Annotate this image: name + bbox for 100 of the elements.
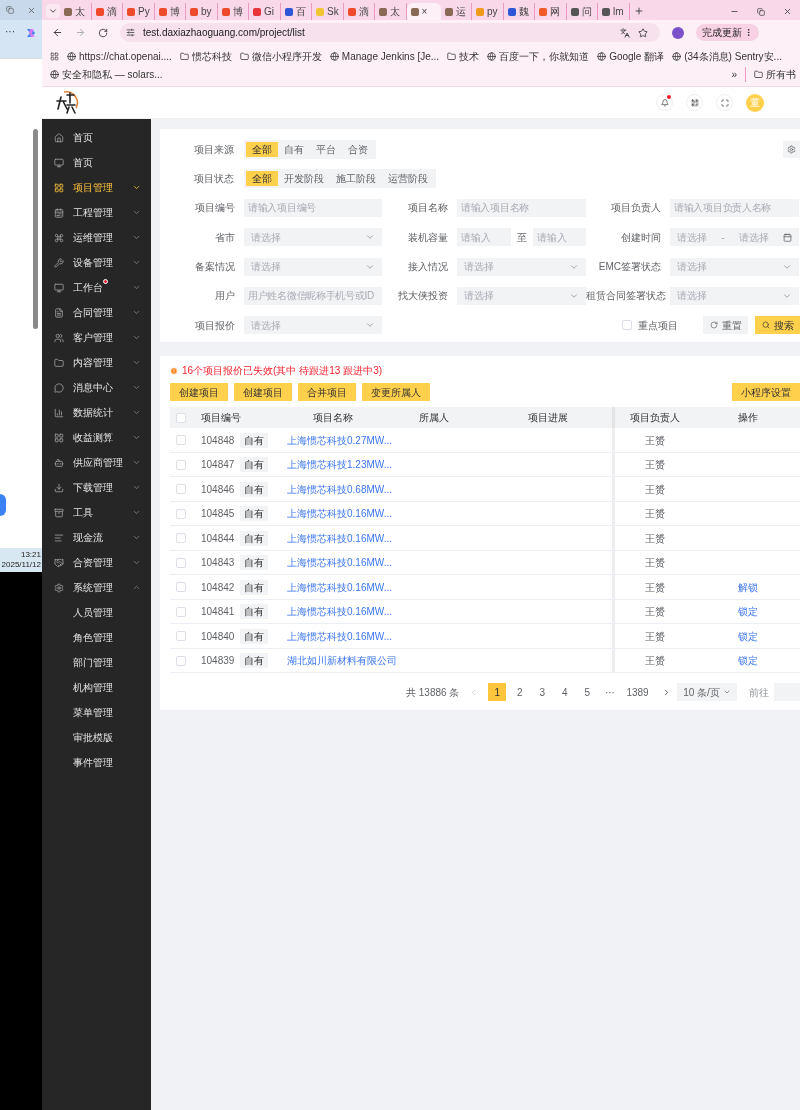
project-link[interactable]: 上海惯芯科技0.16MW... (287, 581, 392, 593)
search-button[interactable]: 搜索 (755, 316, 800, 335)
bookmark[interactable]: https://chat.openai.... (67, 49, 172, 64)
page-button[interactable]: 3 (533, 683, 552, 702)
project-link[interactable]: 上海惯芯科技0.16MW... (287, 557, 392, 569)
bookmark[interactable]: 百度一下，你就知道 (487, 49, 590, 64)
sidebar-item[interactable]: 消息中心 (42, 375, 151, 400)
sidebar-item[interactable]: 系统管理 (42, 575, 151, 600)
segment-option[interactable]: 平台 (310, 141, 342, 157)
bookmark[interactable]: 所有书 (745, 67, 796, 82)
project-link[interactable]: 上海惯芯科技0.27MW... (287, 434, 392, 446)
action-button[interactable]: 创建项目 (170, 383, 228, 402)
column-header: 项目进展 (526, 411, 569, 426)
lock-link[interactable]: 锁定 (737, 604, 758, 620)
sidebar-subitem[interactable]: 角色管理 (42, 625, 151, 650)
table-cell-text: 王赟 (645, 629, 665, 644)
project-link[interactable]: 上海惯芯科技0.68MW... (287, 483, 392, 495)
bookmark[interactable]: 惯芯科技 (179, 49, 232, 64)
segment-option[interactable]: 施工阶段 (330, 170, 382, 186)
sidebar-item[interactable]: 下载管理 (42, 475, 151, 500)
sidebar-item[interactable]: 运维管理 (42, 225, 151, 250)
page-size-select[interactable]: 10 条/页 (677, 683, 738, 702)
more-button[interactable]: ··· (5, 27, 15, 37)
sidebar-item[interactable]: 设备管理 (42, 250, 151, 275)
sidebar-subitem[interactable]: 人员管理 (42, 600, 151, 625)
reset-button[interactable]: 重置 (703, 316, 748, 335)
more-bookmarks-button[interactable]: » (731, 67, 737, 82)
sidebar-item[interactable]: 收益测算 (42, 425, 151, 450)
project-link[interactable]: 上海惯芯科技0.16MW... (287, 532, 392, 544)
source-tag: 自有 (240, 530, 269, 546)
sidebar-item[interactable]: 工程管理 (42, 200, 151, 225)
page-button[interactable]: 5 (578, 683, 597, 702)
project-link[interactable]: 上海惯芯科技0.16MW... (287, 508, 392, 520)
table-cell-text: 104842 (201, 580, 235, 595)
lock-link[interactable]: 解锁 (737, 579, 758, 595)
range-separator: 至 (516, 230, 527, 245)
bookmark[interactable]: 安全和隐私 — solars... (50, 67, 163, 82)
mini-program-settings-button[interactable]: 小程序设置 (732, 383, 800, 402)
page-button[interactable]: ··· (600, 683, 619, 702)
segment-option[interactable]: 全部 (246, 170, 278, 186)
segment-option[interactable]: 开发阶段 (278, 170, 330, 186)
sidebar-item[interactable]: 项目管理 (42, 175, 151, 200)
sidebar-item[interactable]: 数据统计 (42, 400, 151, 425)
project-link[interactable]: 上海惯芯科技0.16MW... (287, 606, 392, 618)
field-label: 创建时间 (620, 230, 662, 245)
sidebar-item[interactable]: 现金流 (42, 525, 151, 550)
column-header: 所属人 (418, 411, 450, 426)
browser-tab[interactable]: × (406, 3, 441, 20)
segment-option[interactable]: 合资 (342, 141, 374, 157)
sidebar-item[interactable]: 合资管理 (42, 550, 151, 575)
action-button[interactable]: 创建项目 (234, 383, 292, 402)
table-cell-text: 104847 (201, 458, 235, 473)
sidebar-subitem[interactable]: 审批模版 (42, 725, 151, 750)
field-label: 项目来源 (193, 142, 235, 157)
sidebar-subitem[interactable]: 部门管理 (42, 650, 151, 675)
bookmark[interactable]: Google 翻译 (597, 49, 665, 64)
bookmark[interactable]: 微信小程序开发 (239, 49, 322, 64)
segment-option[interactable]: 运营阶段 (382, 170, 434, 186)
page-button[interactable]: 2 (510, 683, 529, 702)
goto-label: 前往 (749, 685, 770, 700)
source-tag: 自有 (240, 653, 269, 669)
table-cell-text: 104846 (201, 482, 235, 497)
lock-link[interactable]: 锁定 (737, 628, 758, 644)
sidebar-item[interactable]: 内容管理 (42, 350, 151, 375)
lock-link[interactable]: 锁定 (737, 653, 758, 669)
address-bar[interactable]: test.daxiazhaoguang.com/project/list (120, 23, 660, 42)
sidebar-item[interactable]: 首页 (42, 125, 151, 150)
field-label: 接入情况 (407, 260, 449, 275)
sidebar-item[interactable]: 客户管理 (42, 325, 151, 350)
source-tag: 自有 (240, 628, 269, 644)
project-link[interactable]: 上海惯芯科技0.16MW... (287, 630, 392, 642)
sidebar-item[interactable]: 合同管理 (42, 300, 151, 325)
action-button[interactable]: 合并项目 (298, 383, 356, 402)
bookmark[interactable]: Manage Jenkins [Je... (329, 49, 440, 64)
column-header: 项目编号 (200, 411, 242, 426)
sidebar-item[interactable]: 工作台 (42, 275, 151, 300)
field-label: 装机容量 (407, 230, 449, 245)
field-label: 项目名称 (407, 201, 449, 216)
page-button[interactable]: 1 (488, 683, 507, 702)
sidebar-item[interactable]: 供应商管理 (42, 450, 151, 475)
column-header: 项目负责人 (612, 407, 695, 429)
field-label: 项目负责人 (610, 201, 662, 216)
field-label: 项目状态 (193, 171, 235, 186)
source-tag: 自有 (240, 604, 269, 620)
sidebar-subitem[interactable]: 事件管理 (42, 750, 151, 775)
sidebar-item[interactable]: 工具 (42, 500, 151, 525)
sidebar-subitem[interactable]: 机构管理 (42, 675, 151, 700)
page-button[interactable]: 1389 (623, 683, 652, 702)
segment-option[interactable]: 全部 (246, 141, 278, 157)
project-link[interactable]: 上海惯芯科技1.23MW... (287, 459, 392, 471)
action-button[interactable]: 变更所属人 (362, 383, 430, 402)
page-button[interactable]: 4 (555, 683, 574, 702)
project-link[interactable]: 湖北如川新材料有限公司 (287, 655, 397, 667)
bookmark[interactable]: (34条消息) Sentry安... (672, 49, 782, 64)
sidebar-subitem[interactable]: 菜单管理 (42, 700, 151, 725)
segment-option[interactable]: 自有 (278, 141, 310, 157)
sidebar-item[interactable]: 首页 (42, 150, 151, 175)
table-cell-text: 王赟 (645, 654, 665, 669)
bookmark[interactable]: 技术 (447, 49, 480, 64)
update-button[interactable]: 完成更新 (696, 24, 759, 41)
